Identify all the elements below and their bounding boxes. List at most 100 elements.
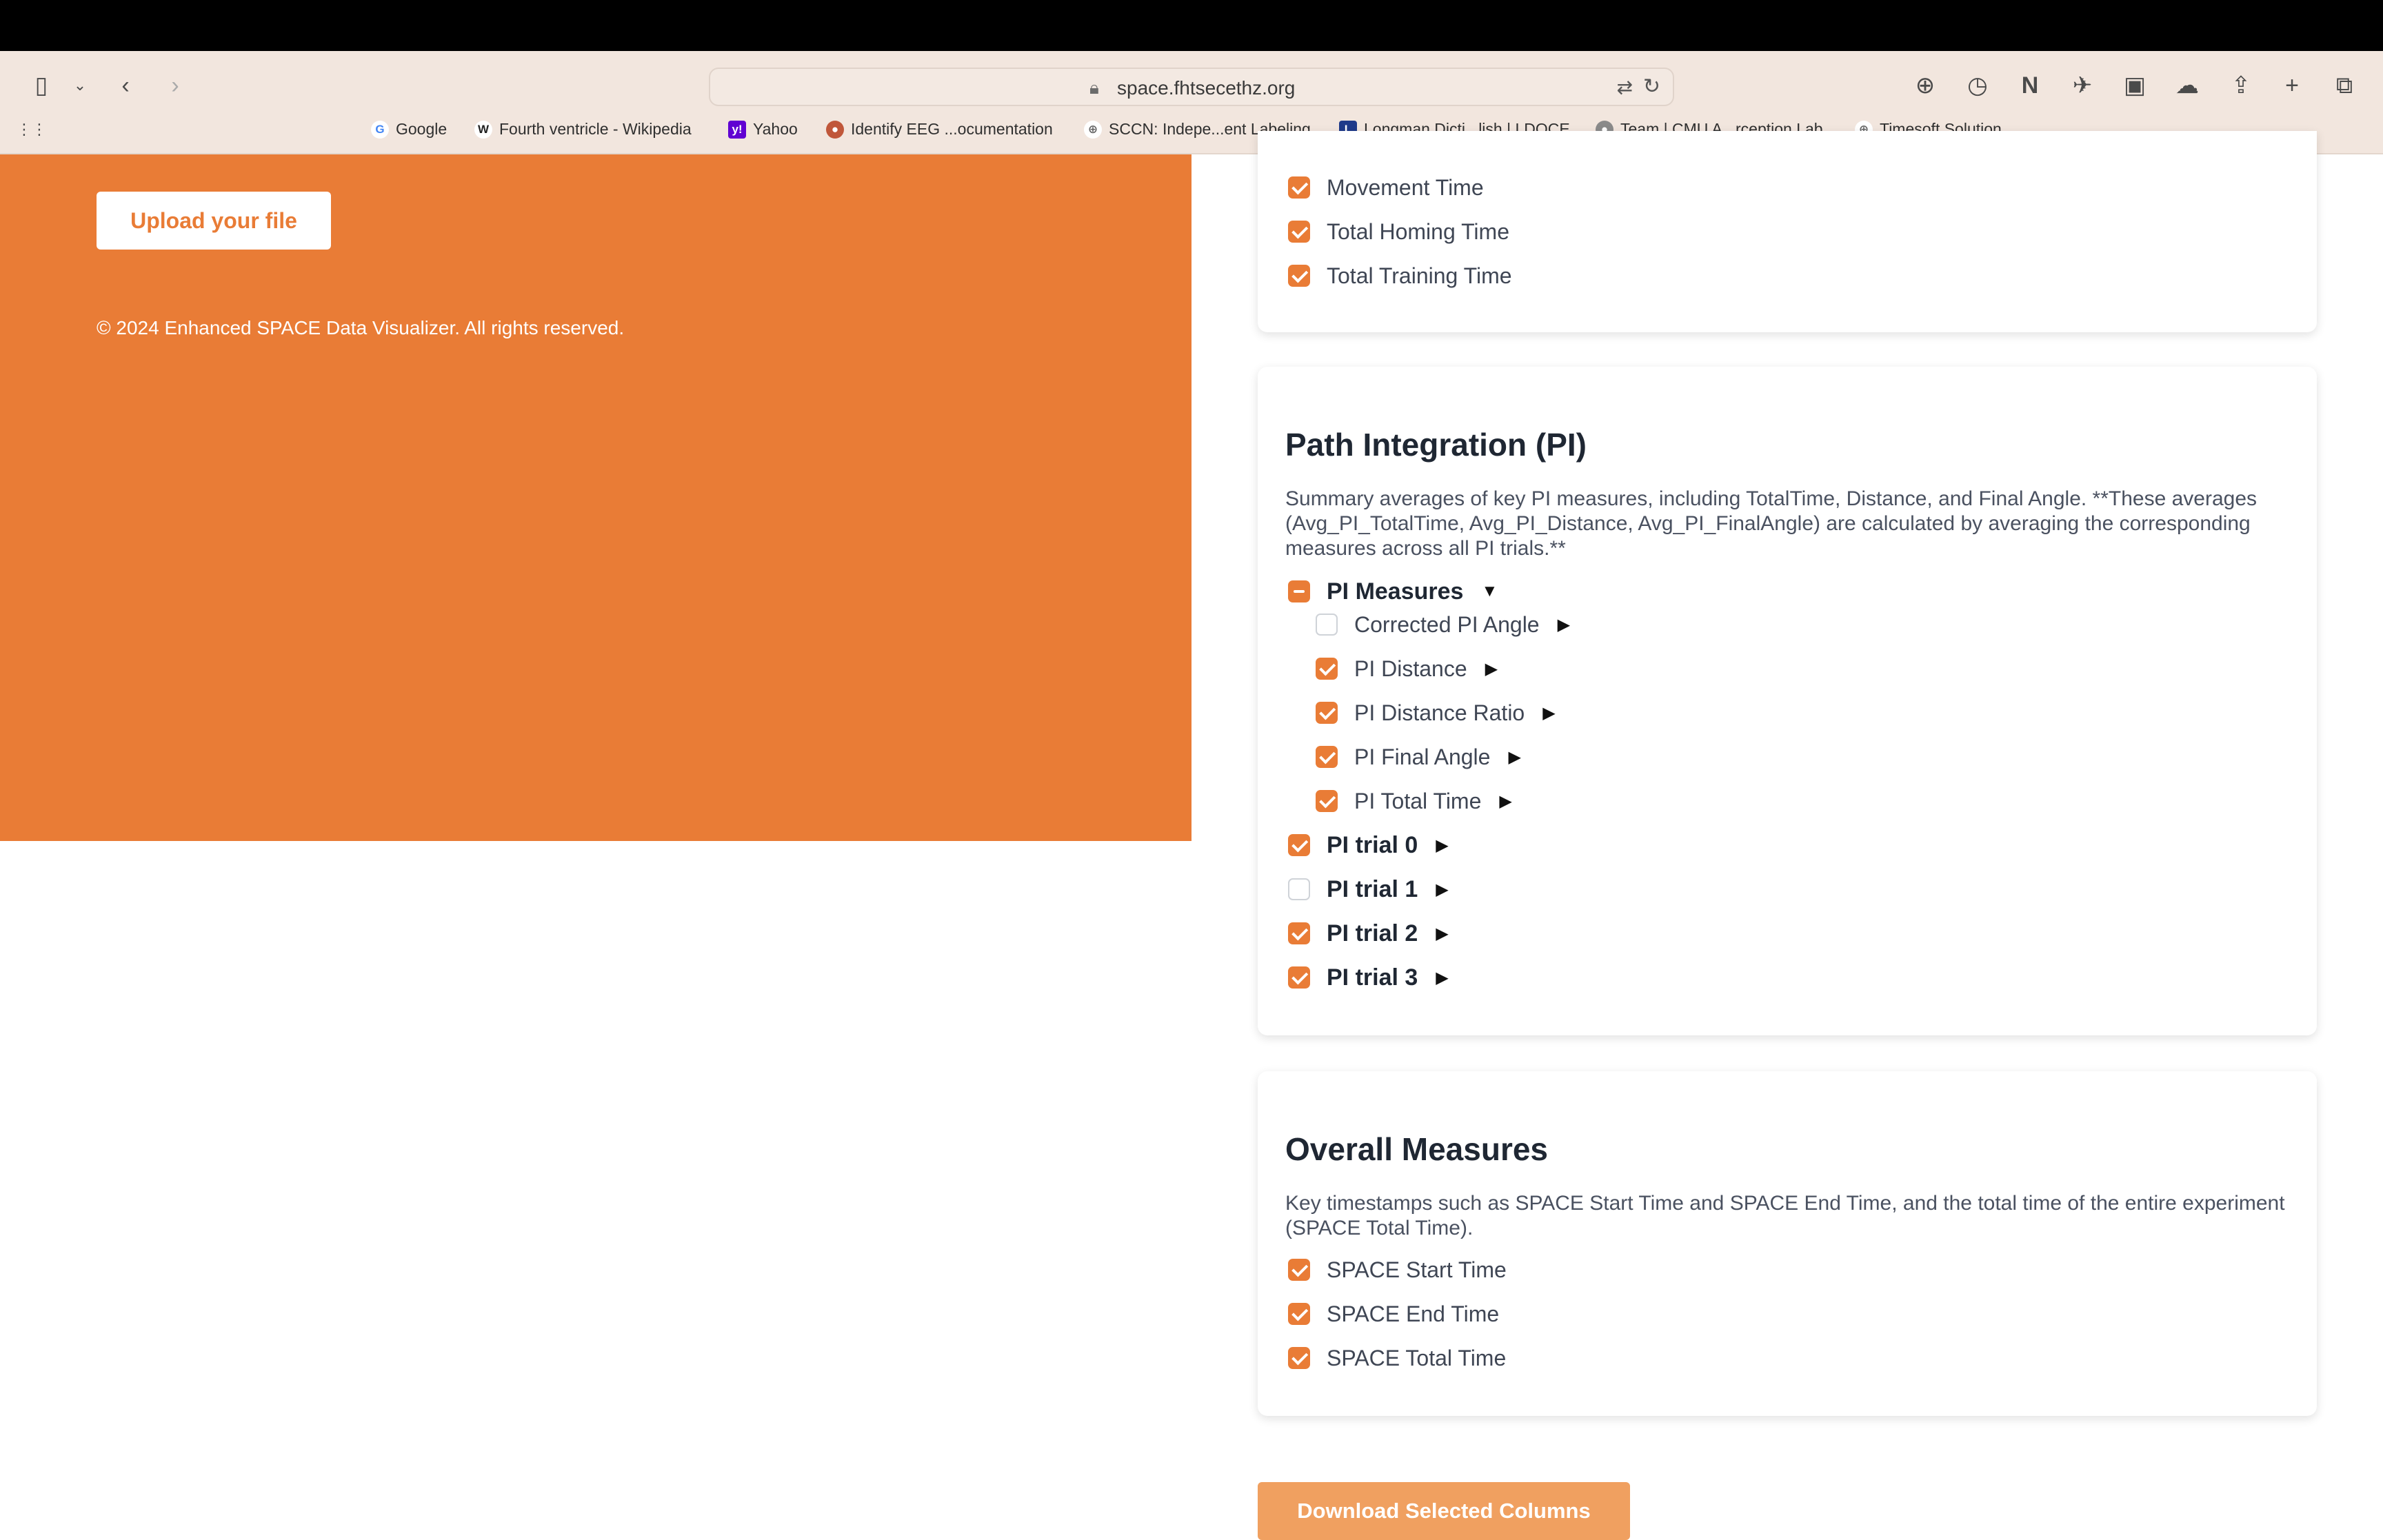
upload-panel: Upload your file © 2024 Enhanced SPACE D… [0,154,1192,841]
yahoo-icon: y! [728,120,746,139]
trial-label: PI trial 0 [1327,831,1418,858]
apps-grid-icon[interactable]: ⋮⋮ [17,116,47,146]
cloud-icon[interactable]: ☁ [2172,72,2202,102]
measure-row[interactable]: PI Total Time ▶ [1316,787,1512,815]
overall-measures-card: Overall Measures Key timestamps such as … [1258,1071,2317,1416]
path-integration-card: Path Integration (PI) Summary averages o… [1258,367,2317,1035]
copyright-text: © 2024 Enhanced SPACE Data Visualizer. A… [97,317,625,338]
checkbox[interactable] [1316,702,1338,724]
checkbox[interactable] [1288,176,1310,199]
checkbox[interactable] [1288,265,1310,287]
checkbox-row[interactable]: Movement Time [1288,174,1484,201]
checkbox-label: PI Distance Ratio [1354,700,1525,725]
trial-label: PI trial 2 [1327,920,1418,946]
pi-measures-group[interactable]: PI Measures ▼ [1288,578,1498,605]
measure-row[interactable]: Corrected PI Angle ▶ [1316,611,1570,638]
eeg-icon: ● [826,120,844,139]
trial-row[interactable]: PI trial 1 ▶ [1288,875,1449,903]
card-title: Path Integration (PI) [1285,427,1587,463]
checkbox[interactable] [1288,1259,1310,1281]
group-checkbox[interactable] [1288,580,1310,602]
measure-row[interactable]: PI Final Angle ▶ [1316,743,1521,771]
checkbox-label: Total Homing Time [1327,219,1509,244]
checkbox[interactable] [1316,658,1338,680]
trial-row[interactable]: PI trial 3 ▶ [1288,964,1449,991]
upload-file-button[interactable]: Upload your file [97,192,331,250]
expand-right-icon[interactable]: ▶ [1558,615,1570,635]
bookmark-label: Fourth ventricle - Wikipedia [499,120,692,138]
expand-right-icon[interactable]: ▶ [1436,968,1448,988]
checkbox-label: PI Distance [1354,656,1467,681]
translate-icon[interactable]: ⇄ [1617,76,1633,99]
checkbox-label: Total Training Time [1327,263,1512,288]
checkbox[interactable] [1288,878,1310,900]
trial-row[interactable]: PI trial 0 ▶ [1288,831,1449,859]
checkbox-label: PI Final Angle [1354,744,1491,769]
bookmark-label: Google [396,120,448,138]
people-extension-icon[interactable]: ▣ [2120,72,2150,102]
url-text: space.fhtsecethz.org [1117,77,1296,99]
lock-icon: 🔒︎ [1089,77,1099,98]
expand-right-icon[interactable]: ▶ [1436,835,1448,855]
checkbox[interactable] [1288,922,1310,944]
top-black-band [0,0,2383,51]
expand-down-icon[interactable]: ▼ [1481,582,1498,601]
checkbox[interactable] [1288,1303,1310,1325]
checkbox-label: SPACE End Time [1327,1301,1500,1326]
card-description: Summary averages of key PI measures, inc… [1285,487,2258,560]
expand-right-icon[interactable]: ▶ [1499,791,1511,811]
google-icon: G [371,120,389,139]
back-icon[interactable]: ‹ [110,72,141,102]
checkbox-row[interactable]: Total Homing Time [1288,218,1509,245]
group-label: PI Measures [1327,578,1464,605]
checkbox-label: Movement Time [1327,174,1484,200]
expand-right-icon[interactable]: ▶ [1436,924,1448,944]
wikipedia-icon: W [474,120,492,139]
checkbox[interactable] [1288,834,1310,856]
bookmark-wikipedia[interactable]: W Fourth ventricle - Wikipedia [474,120,692,139]
checkbox-label: Corrected PI Angle [1354,611,1540,637]
expand-right-icon[interactable]: ▶ [1508,747,1520,767]
checkbox-label: SPACE Total Time [1327,1345,1507,1370]
trial-label: PI trial 3 [1327,964,1418,991]
timing-measures-card: Movement Time Total Homing Time Total Tr… [1258,131,2317,332]
tab-overview-icon[interactable]: ⧉ [2329,72,2360,102]
expand-right-icon[interactable]: ▶ [1436,880,1448,900]
checkbox-label: SPACE Start Time [1327,1257,1507,1282]
download-icon[interactable]: ⊕ [1910,72,1940,102]
share-icon[interactable]: ⇪ [2226,72,2256,102]
checkbox[interactable] [1288,966,1310,989]
reload-icon[interactable]: ↻ [1643,74,1660,99]
bookmark-yahoo[interactable]: y! Yahoo [728,120,798,139]
bookmark-eeg[interactable]: ● Identify EEG ...ocumentation [826,120,1053,139]
measure-row[interactable]: PI Distance Ratio ▶ [1316,699,1556,727]
new-tab-icon[interactable]: + [2277,72,2307,102]
trial-row[interactable]: PI trial 2 ▶ [1288,920,1449,947]
card-title: Overall Measures [1285,1131,1549,1167]
checkbox-row[interactable]: SPACE Total Time [1288,1344,1506,1372]
forward-icon[interactable]: › [160,72,190,102]
sidebar-toggle-icon[interactable]: ▯ [26,72,57,102]
bird-extension-icon[interactable]: ✈ [2067,72,2098,102]
card-description: Key timestamps such as SPACE Start Time … [1285,1192,2285,1239]
checkbox[interactable] [1288,221,1310,243]
bookmark-label: Yahoo [753,120,798,138]
address-bar[interactable]: 🔒︎ space.fhtsecethz.org ⇄ ↻ [709,68,1674,106]
checkbox[interactable] [1316,614,1338,636]
measure-row[interactable]: PI Distance ▶ [1316,655,1498,682]
checkbox[interactable] [1316,790,1338,812]
expand-right-icon[interactable]: ▶ [1485,659,1498,679]
checkbox[interactable] [1316,746,1338,768]
checkbox-row[interactable]: SPACE End Time [1288,1300,1499,1328]
download-selected-columns-button[interactable]: Download Selected Columns [1258,1482,1630,1540]
checkbox-row[interactable]: Total Training Time [1288,262,1512,290]
chevron-down-icon[interactable]: ⌄ [65,72,95,102]
globe-icon: ⊕ [1084,120,1102,139]
history-icon[interactable]: ◷ [1962,72,1993,102]
bookmark-label: Identify EEG ...ocumentation [851,120,1053,138]
bookmark-google[interactable]: G Google [371,120,447,139]
expand-right-icon[interactable]: ▶ [1542,703,1555,723]
notion-icon[interactable]: N [2015,72,2045,102]
checkbox[interactable] [1288,1347,1310,1369]
checkbox-row[interactable]: SPACE Start Time [1288,1256,1507,1284]
